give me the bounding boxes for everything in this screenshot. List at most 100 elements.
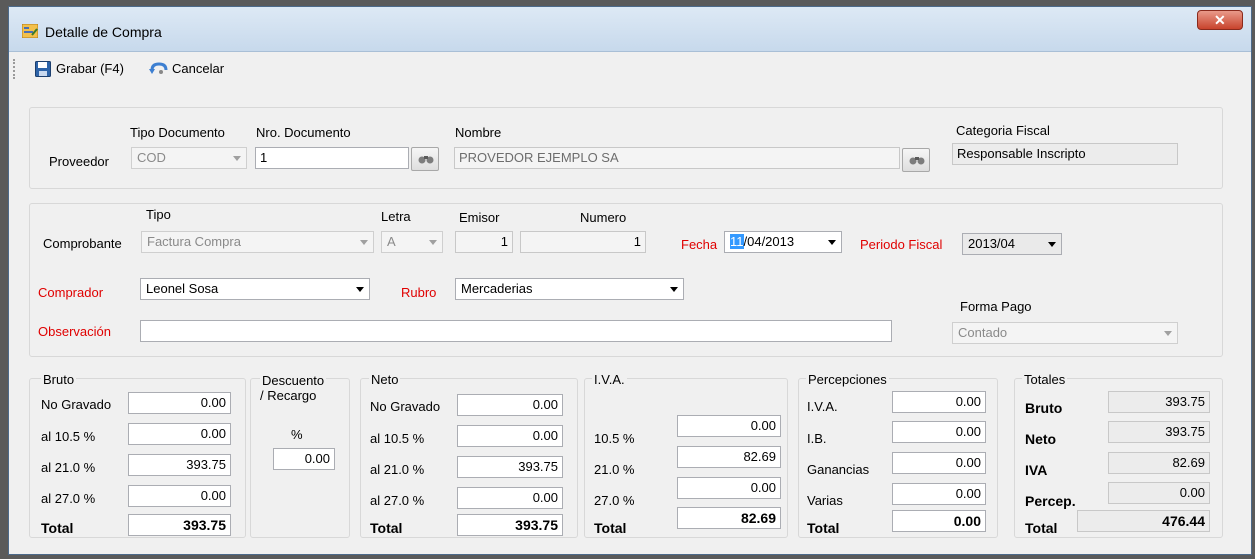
nro-documento-input[interactable]: 1 (255, 147, 409, 169)
iva-210-input[interactable]: 82.69 (677, 446, 781, 468)
iva-total-value: 82.69 (677, 507, 781, 529)
binoculars-icon (418, 153, 434, 165)
nro-documento-label: Nro. Documento (256, 125, 351, 140)
nombre-label: Nombre (455, 125, 502, 140)
totales-total-value: 476.44 (1077, 510, 1210, 532)
chevron-down-icon (1048, 242, 1056, 247)
tipo-documento-select[interactable]: COD (131, 147, 247, 169)
comprador-value: Leonel Sosa (146, 281, 219, 296)
comprobante-label: Comprobante (43, 236, 122, 251)
forma-pago-label: Forma Pago (960, 299, 1032, 314)
forma-pago-value: Contado (958, 325, 1008, 340)
bruto-no-gravado-input[interactable]: 0.00 (128, 392, 231, 414)
search-nombre-button[interactable] (902, 148, 930, 172)
iva-105-input[interactable]: 0.00 (677, 415, 781, 437)
bruto-210-input[interactable]: 393.75 (128, 454, 231, 476)
fecha-picker[interactable]: 11/04/2013 (724, 231, 842, 253)
emisor-input[interactable]: 1 (455, 231, 513, 253)
window-title: Detalle de Compra (45, 24, 162, 40)
search-proveedor-button[interactable] (411, 147, 439, 171)
rubro-label: Rubro (401, 285, 437, 300)
totales-neto-value: 393.75 (1108, 421, 1210, 443)
percepcion-iva-input[interactable]: 0.00 (892, 391, 986, 413)
chevron-down-icon (828, 240, 836, 245)
totales-row-label: Percep. (1025, 493, 1076, 509)
neto-total-value: 393.75 (457, 514, 563, 536)
iva-row-label: 10.5 % (594, 431, 635, 446)
neto-105-input[interactable]: 0.00 (457, 425, 563, 447)
descuento-title: Descuento (260, 373, 327, 389)
comprador-label: Comprador (38, 285, 104, 300)
percepciones-row-label: I.B. (807, 431, 827, 446)
iva-title: I.V.A. (592, 372, 627, 388)
letra-select[interactable]: A (381, 231, 443, 253)
numero-input[interactable]: 1 (520, 231, 646, 253)
close-button[interactable]: ✕ (1197, 10, 1243, 30)
totales-bruto-value: 393.75 (1108, 391, 1210, 413)
neto-270-input[interactable]: 0.00 (457, 487, 563, 509)
tipo-comprobante-select[interactable]: Factura Compra (141, 231, 374, 253)
floppy-disk-icon (35, 61, 51, 77)
observacion-input[interactable] (140, 320, 892, 342)
comprador-select[interactable]: Leonel Sosa (140, 278, 370, 300)
letra-label: Letra (381, 209, 411, 224)
categoria-fiscal-label: Categoria Fiscal (956, 123, 1050, 138)
rubro-select[interactable]: Mercaderias (455, 278, 684, 300)
bruto-total-value: 393.75 (128, 514, 231, 536)
numero-label: Numero (580, 210, 627, 225)
neto-row-label: al 27.0 % (370, 493, 425, 508)
percepcion-ib-input[interactable]: 0.00 (892, 421, 986, 443)
descuento-pct-label: % (291, 427, 303, 442)
forma-pago-select[interactable]: Contado (952, 322, 1178, 344)
descuento-title-2: / Recargo (260, 388, 317, 403)
percepcion-ganancias-input[interactable]: 0.00 (892, 452, 986, 474)
neto-no-gravado-input[interactable]: 0.00 (457, 394, 563, 416)
close-icon: ✕ (1214, 12, 1226, 28)
nombre-input[interactable]: PROVEDOR EJEMPLO SA (454, 147, 900, 169)
iva-total-label: Total (594, 520, 627, 536)
percepcion-varias-input[interactable]: 0.00 (892, 483, 986, 505)
observacion-label: Observación (38, 324, 111, 339)
rubro-value: Mercaderias (461, 281, 533, 296)
form-icon (21, 23, 39, 39)
totales-row-label: IVA (1025, 462, 1048, 478)
totales-percep-value: 0.00 (1108, 482, 1210, 504)
neto-row-label: No Gravado (370, 399, 441, 414)
toolbar-grip (13, 59, 17, 79)
percepciones-row-label: I.V.A. (807, 399, 838, 414)
fecha-day: 11 (730, 234, 744, 249)
chevron-down-icon (1164, 331, 1172, 336)
cancel-label: Cancelar (172, 61, 225, 76)
letra-value: A (387, 234, 396, 249)
percepciones-row-label: Ganancias (807, 462, 870, 477)
iva-270-input[interactable]: 0.00 (677, 477, 781, 499)
toolbar: Grabar (F4) Cancelar (9, 52, 1251, 87)
totales-total-label: Total (1025, 520, 1058, 536)
neto-210-input[interactable]: 393.75 (457, 456, 563, 478)
bruto-105-input[interactable]: 0.00 (128, 423, 231, 445)
chevron-down-icon (356, 287, 364, 292)
neto-row-label: al 21.0 % (370, 462, 425, 477)
chevron-down-icon (670, 287, 678, 292)
bruto-row-label: al 21.0 % (41, 460, 96, 475)
chevron-down-icon (360, 240, 368, 245)
tipo-documento-label: Tipo Documento (130, 125, 225, 140)
bruto-row-label: No Gravado (41, 397, 112, 412)
descuento-input[interactable]: 0.00 (273, 448, 335, 470)
neto-total-label: Total (370, 520, 403, 536)
neto-title: Neto (369, 372, 401, 388)
bruto-270-input[interactable]: 0.00 (128, 485, 231, 507)
tipo-documento-value: COD (137, 150, 166, 165)
iva-row-label: 21.0 % (594, 462, 635, 477)
periodo-fiscal-select[interactable]: 2013/04 (962, 233, 1062, 255)
bruto-total-label: Total (41, 520, 74, 536)
totales-title: Totales (1022, 372, 1068, 388)
proveedor-label: Proveedor (49, 154, 109, 169)
save-label: Grabar (F4) (56, 61, 124, 76)
iva-row-label: 27.0 % (594, 493, 635, 508)
bruto-row-label: al 10.5 % (41, 429, 96, 444)
title-bar: Detalle de Compra ✕ (9, 7, 1251, 52)
totales-row-label: Neto (1025, 431, 1057, 447)
tipo-comprobante-value: Factura Compra (147, 234, 241, 249)
undo-icon (149, 61, 169, 77)
